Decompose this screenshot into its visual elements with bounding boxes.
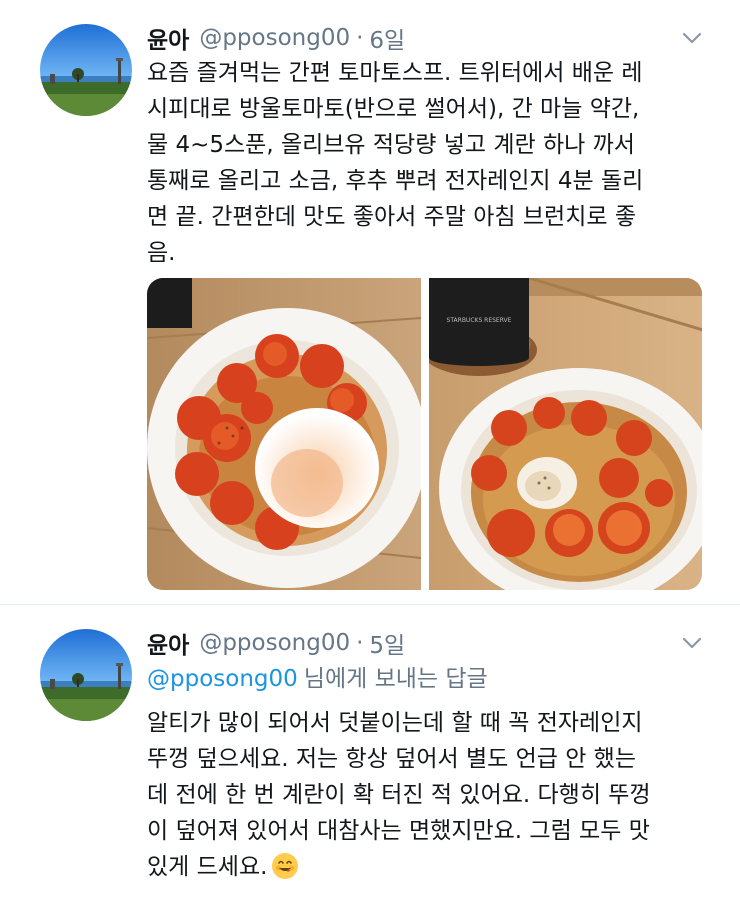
tweet-header: 윤아 @pposong00 · 5일 xyxy=(147,627,405,659)
text-line: 요즘 즐겨먹는 간편 토마토스프. 트위터에서 배운 레 xyxy=(147,60,643,86)
user-handle[interactable]: @pposong00 xyxy=(199,25,350,51)
tweet-text: 요즘 즐겨먹는 간편 토마토스프. 트위터에서 배운 레 시피대로 방울토마토(… xyxy=(147,55,717,271)
replying-to: @pposong00 님에게 보내는 답글 xyxy=(147,663,488,695)
separator-dot: · xyxy=(356,630,364,656)
text-line: 뚜껑 덮으세요. 저는 항상 덮어서 별도 언급 안 했는 xyxy=(147,746,636,772)
cup-label: STARBUCKS RESERVE xyxy=(446,317,511,324)
tweet-text: 알티가 많이 되어서 덧붙이는데 할 때 꼭 전자레인지 뚜껑 덮으세요. 저는… xyxy=(147,705,717,885)
replying-suffix: 님에게 보내는 답글 xyxy=(303,666,488,692)
chevron-down-icon[interactable] xyxy=(680,631,704,655)
mention-link[interactable]: @pposong00 xyxy=(147,666,298,692)
display-name[interactable]: 윤아 xyxy=(147,21,189,55)
yum-face-emoji-icon xyxy=(272,853,299,879)
text-line-content: 있게 드세요. xyxy=(147,854,268,880)
avatar[interactable] xyxy=(40,629,132,721)
user-handle[interactable]: @pposong00 xyxy=(199,630,350,656)
text-line: 데 전에 한 번 계란이 확 터진 적 있어요. 다행히 뚜껑 xyxy=(147,782,651,808)
text-line: 이 덮어져 있어서 대참사는 면했지만요. 그럼 모두 맛 xyxy=(147,818,650,844)
display-name[interactable]: 윤아 xyxy=(147,626,189,660)
tweet-reply[interactable]: 윤아 @pposong00 · 5일 @pposong00 님에게 보내는 답글 … xyxy=(0,605,740,900)
media-grid: STARBUCKS RESERVE xyxy=(147,278,702,590)
tweet-header: 윤아 @pposong00 · 6일 xyxy=(147,22,405,54)
chevron-down-icon[interactable] xyxy=(680,26,704,50)
text-line-last: 있게 드세요. xyxy=(147,849,717,885)
photo-tomato-soup-bowl[interactable]: STARBUCKS RESERVE xyxy=(428,278,702,590)
timestamp[interactable]: 5일 xyxy=(369,626,405,660)
text-line: 물 4~5스푼, 올리브유 적당량 넣고 계란 하나 까서 xyxy=(147,132,635,158)
photo-tomato-egg-bowl[interactable] xyxy=(147,278,421,590)
text-line: 면 끝. 간편한데 맛도 좋아서 주말 아침 브런치로 좋 xyxy=(147,204,636,230)
avatar[interactable] xyxy=(40,24,132,116)
text-line: 시피대로 방울토마토(반으로 썰어서), 간 마늘 약간, xyxy=(147,96,640,122)
text-line: 통째로 올리고 소금, 후추 뿌려 전자레인지 4분 돌리 xyxy=(147,168,644,194)
text-line: 음. xyxy=(147,240,176,266)
tweet-original[interactable]: 윤아 @pposong00 · 6일 요즘 즐겨먹는 간편 토마토스프. 트위터… xyxy=(0,0,740,605)
timestamp[interactable]: 6일 xyxy=(369,21,405,55)
text-line: 알티가 많이 되어서 덧붙이는데 할 때 꼭 전자레인지 xyxy=(147,710,643,736)
separator-dot: · xyxy=(356,25,364,51)
